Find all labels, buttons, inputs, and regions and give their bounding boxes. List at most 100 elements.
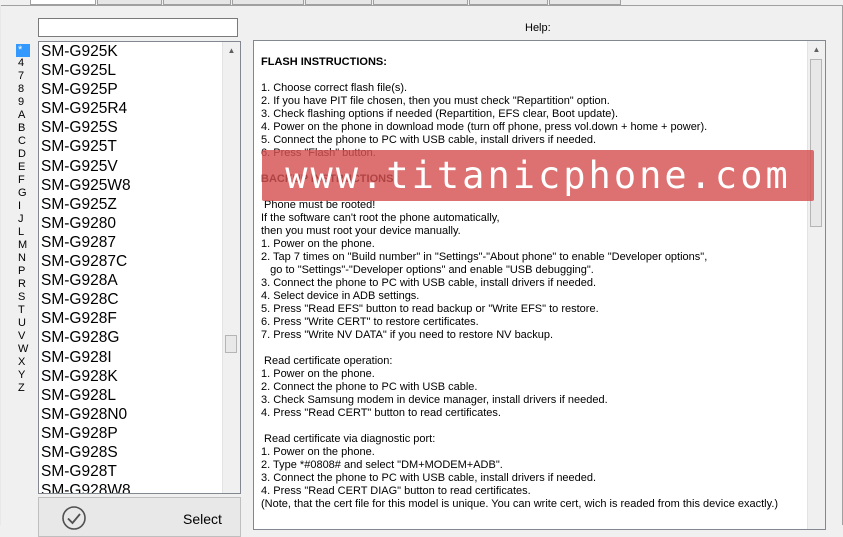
model-list-item[interactable]: SM-G928W8 [41,481,221,493]
scroll-up-arrow-icon[interactable]: ▲ [223,42,240,59]
model-list-item[interactable]: SM-G925S [41,118,221,137]
help-text-line: 4. Press "Read CERT" button to read cert… [261,407,501,419]
help-text-line: 2. Type *#0808# and select "DM+MODEM+ADB… [261,459,503,471]
scrollbar-thumb[interactable] [225,335,237,353]
letter-filter-item[interactable]: D [16,148,36,161]
tab-flash[interactable]: Flash [97,0,162,5]
letter-filter-item[interactable]: N [16,252,36,265]
tab-history[interactable]: History [549,0,621,5]
letter-filter-item[interactable]: G [16,187,36,200]
letter-filter-item[interactable]: 4 [16,57,36,70]
panel-border [0,5,1,525]
scrollbar-thumb[interactable] [810,59,822,227]
help-text-line [261,69,809,82]
letter-filter-item[interactable]: W [16,343,36,356]
model-search-input[interactable] [38,18,238,37]
model-list-item[interactable]: SM-G928N0 [41,405,221,424]
help-text-line: 7. Press "Write NV DATA" if you need to … [261,329,554,341]
letter-filter-item[interactable]: T [16,304,36,317]
letter-filter-item[interactable]: B [16,122,36,135]
model-list-item[interactable]: SM-G925L [41,61,221,80]
letter-filter-item[interactable]: F [16,174,36,187]
model-list-item[interactable]: SM-G9287 [41,233,221,252]
letter-filter-item[interactable]: R [16,278,36,291]
model-list-item[interactable]: SM-G925K [41,42,221,61]
model-list-item[interactable]: SM-G925W8 [41,176,221,195]
model-list-item[interactable]: SM-G928G [41,328,221,347]
tab-downloads[interactable]: Downloads [373,0,468,5]
letter-filter-item[interactable]: Y [16,369,36,382]
help-text-line: Read certificate via diagnostic port: [261,433,436,445]
help-text-line: 3. Check Samsung modem in device manager… [261,394,608,406]
letter-filter-item[interactable]: 9 [16,96,36,109]
help-text-line [261,420,809,433]
model-list-item[interactable]: SM-G928F [41,309,221,328]
tab-repair[interactable]: Repair [305,0,372,5]
tab-strip-border [0,5,843,6]
help-text-line: 2. If you have PIT file chosen, then you… [261,95,610,107]
model-list-item[interactable]: SM-G928L [41,386,221,405]
tab-settings[interactable]: Settings [469,0,548,5]
letter-filter-item[interactable]: A [16,109,36,122]
model-list-item[interactable]: SM-G925R4 [41,99,221,118]
tab-model[interactable]: Model [30,0,96,5]
help-text-line: 5. Connect the phone to PC with USB cabl… [261,134,597,146]
letter-filter-item[interactable]: Z [16,382,36,395]
letter-filter-item[interactable]: C [16,135,36,148]
help-text-line: 3. Check flashing options if needed (Rep… [261,108,619,120]
help-text-line: then you must root your device manually. [261,225,461,237]
help-text-line: If the software can't root the phone aut… [261,212,500,224]
help-text-line: 2. Connect the phone to PC with USB cabl… [261,381,478,393]
letter-filter-item[interactable]: X [16,356,36,369]
model-list-item[interactable]: SM-G925Z [41,195,221,214]
model-list-item[interactable]: SM-G928I [41,348,221,367]
help-text-line [261,342,809,355]
model-list-item[interactable]: SM-G9280 [41,214,221,233]
letter-filter-item[interactable]: U [16,317,36,330]
help-text-line: 1. Power on the phone. [261,368,375,380]
help-text-line: 1. Power on the phone. [261,238,375,250]
select-button[interactable]: Select [38,497,241,537]
help-text-line: 4. Power on the phone in download mode (… [261,121,708,133]
help-text-line: 4. Select device in ADB settings. [261,290,420,302]
scroll-up-arrow-icon[interactable]: ▲ [808,41,825,58]
letter-filter-item[interactable]: E [16,161,36,174]
help-text: FLASH INSTRUCTIONS: 1. Choose correct fla… [261,56,809,511]
model-list-item[interactable]: SM-G928A [41,271,221,290]
checkmark-circle-icon [61,505,87,534]
tab-backup[interactable]: Backup [163,0,231,5]
letter-filter-item[interactable]: V [16,330,36,343]
tab-strip: ModelFlashBackupUnlockRepairDownloadsSet… [0,0,843,6]
help-text-line: go to "Settings"-"Developer options" and… [261,264,594,276]
letter-filter-item[interactable]: * [16,44,30,57]
help-text-line: 3. Connect the phone to PC with USB cabl… [261,277,597,289]
letter-filter-item[interactable]: M [16,239,36,252]
model-list-item[interactable]: SM-G928P [41,424,221,443]
letter-filter-item[interactable]: I [16,200,36,213]
model-list-item[interactable]: SM-G9287C [41,252,221,271]
letter-filter-item[interactable]: S [16,291,36,304]
letter-filter-item[interactable]: L [16,226,36,239]
model-list-item[interactable]: SM-G928T [41,462,221,481]
letter-filter-item[interactable]: J [16,213,36,226]
help-text-line: 6. Press "Write CERT" to restore certifi… [261,316,479,328]
model-list-item[interactable]: SM-G928S [41,443,221,462]
model-list: SM-G925K SM-G925L SM-G925P SM-G925R4 SM-G925… [41,42,221,493]
watermark-banner: www.titanicphone.com [262,150,814,201]
model-list-item[interactable]: SM-G925T [41,137,221,156]
model-list-scrollbar[interactable]: ▲ [222,42,240,493]
tab-unlock[interactable]: Unlock [232,0,304,5]
model-listbox[interactable]: SM-G925K SM-G925L SM-G925P SM-G925R4 SM-G925… [38,41,241,494]
model-list-item[interactable]: SM-G928K [41,367,221,386]
letter-filter-item[interactable]: 8 [16,83,36,96]
model-list-item[interactable]: SM-G925P [41,80,221,99]
letter-filter-item[interactable]: 7 [16,70,36,83]
letter-filter-item[interactable]: P [16,265,36,278]
help-label: Help: [525,22,551,34]
help-section-heading: FLASH INSTRUCTIONS: [261,56,387,68]
help-scrollbar[interactable]: ▲ [807,41,825,529]
help-text-line: 4. Press "Read CERT DIAG" button to read… [261,485,531,497]
model-list-item[interactable]: SM-G925V [41,157,221,176]
help-textbox[interactable]: FLASH INSTRUCTIONS: 1. Choose correct fla… [253,40,826,530]
model-list-item[interactable]: SM-G928C [41,290,221,309]
